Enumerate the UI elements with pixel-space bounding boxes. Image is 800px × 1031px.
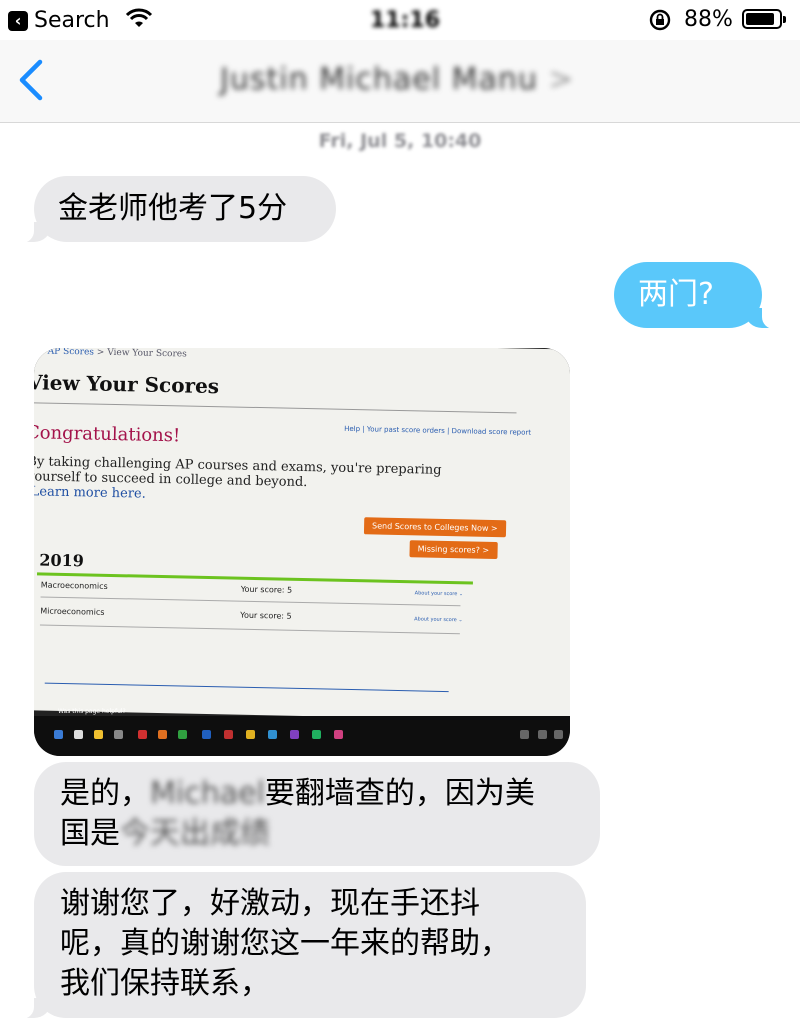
incoming-message-bubble[interactable]: 是的，Michael要翻墙查的，因为美 国是今天出成绩 [34,762,600,866]
about-score-link: About your score ⌄ [414,616,463,624]
past-orders-link: Your past score orders [366,425,445,435]
taskbar-app-icon [202,730,211,739]
battery-fill [746,13,774,25]
back-app-icon: ‹ [8,10,28,31]
subject-name: Microeconomics [40,606,105,617]
photo-blue-rule [44,682,449,693]
contact-chevron-icon: > [548,62,575,97]
taskbar-app-icon [224,730,233,739]
message-timestamp: Fri, Jul 5, 10:40 [318,130,482,152]
photo-score-row: Microeconomics Your score: 5 About your … [40,606,470,624]
taskbar-app-icon [334,730,343,739]
taskbar-tray-icon [554,730,563,739]
photo-learn-more-link: Learn more here. [34,484,146,502]
message-line: 谢谢您了，好激动，现在手还抖 [60,886,480,921]
redacted-name: Michael [150,776,265,811]
taskbar-app-icon [268,730,277,739]
photo-utility-links: Help | Your past score orders | Download… [344,425,531,437]
download-report-link: Download score report [451,427,532,437]
battery-percent: 88% [684,7,733,32]
link-separator: | [446,426,450,436]
photo-score-row: Macroeconomics Your score: 5 About your … [41,581,471,599]
photo-page-title: View Your Scores [34,370,220,399]
status-time: 11:16 [370,8,441,33]
message-text-part: 国是 [60,816,120,851]
photo-web-page: AP Scores > View Your Scores View Your S… [34,348,570,722]
message-text: 两门? [638,277,714,312]
subject-name: Macroeconomics [40,580,108,591]
breadcrumb-link: AP Scores [47,348,95,358]
back-to-app-button[interactable]: ‹ Search [8,8,110,33]
taskbar-tray-icon [520,730,529,739]
battery-icon [742,9,786,29]
conversation-header: Justin Michael Manu > [0,40,800,123]
breadcrumb-current: View Your Scores [107,348,187,360]
photo-missing-scores-button: Missing scores? > [409,540,498,560]
message-text: 是的，Michael要翻墙查的，因为美 国是今天出成绩 [60,774,574,854]
row-divider [40,596,461,607]
photo-helpful-text: Was this page helpful? [58,708,126,715]
taskbar-app-icon [114,730,123,739]
photo-congrats-heading: Congratulations! [34,422,181,447]
photo-title-rule [34,402,517,414]
row-divider [39,624,460,635]
taskbar-app-icon [138,730,147,739]
battery-nub [783,16,786,23]
photo-breadcrumb: AP Scores > View Your Scores [48,348,187,360]
taskbar-app-icon [178,730,187,739]
taskbar-app-icon [158,730,167,739]
photo-year-heading: 2019 [39,550,85,571]
breadcrumb-separator: > [93,348,108,358]
photo-send-scores-button: Send Scores to Colleges Now > [363,517,506,538]
message-line: 我们保持联系， [60,966,270,1001]
photo-taskbar: Was this page helpful? [34,708,570,756]
wifi-icon [125,8,153,27]
score-value: Your score: 5 [240,610,292,621]
link-separator: | [362,425,365,434]
about-score-link: About your score ⌄ [414,590,464,598]
chevron-left-icon[interactable] [16,58,46,102]
message-text-part: 要翻墙查的，因为美 [264,776,535,811]
score-value: Your score: 5 [240,584,293,595]
taskbar-tray-icon [538,730,547,739]
taskbar-app-icon [312,730,321,739]
contact-name: Justin Michael Manu [220,62,538,97]
outgoing-message-bubble[interactable]: 两门? [614,262,784,329]
taskbar-app-icon [246,730,255,739]
taskbar-app-icon [290,730,299,739]
incoming-message-bubble[interactable]: 谢谢您了，好激动，现在手还抖 呢，真的谢谢您这一年来的帮助， 我们保持联系， [12,872,586,1019]
status-bar: ‹ Search 11:16 88% [0,0,800,40]
taskbar-app-icon [74,730,83,739]
rotation-lock-icon [649,9,671,31]
incoming-photo-message[interactable]: AP Scores > View Your Scores View Your S… [34,348,570,756]
help-link: Help [344,424,361,434]
taskbar-app-icon [54,730,63,739]
back-app-label: Search [34,8,110,33]
redacted-text: 今天出成绩 [120,816,270,851]
contact-name-button[interactable]: Justin Michael Manu > [220,62,575,97]
message-text-part: 是的， [60,776,150,811]
message-line: 呢，真的谢谢您这一年来的帮助， [60,926,510,961]
taskbar-app-icon [94,730,103,739]
message-text: 金老师他考了5分 [58,191,288,226]
incoming-message-bubble[interactable]: 金老师他考了5分 [12,176,336,243]
message-text: 谢谢您了，好激动，现在手还抖 呢，真的谢谢您这一年来的帮助， 我们保持联系， [60,884,560,1004]
